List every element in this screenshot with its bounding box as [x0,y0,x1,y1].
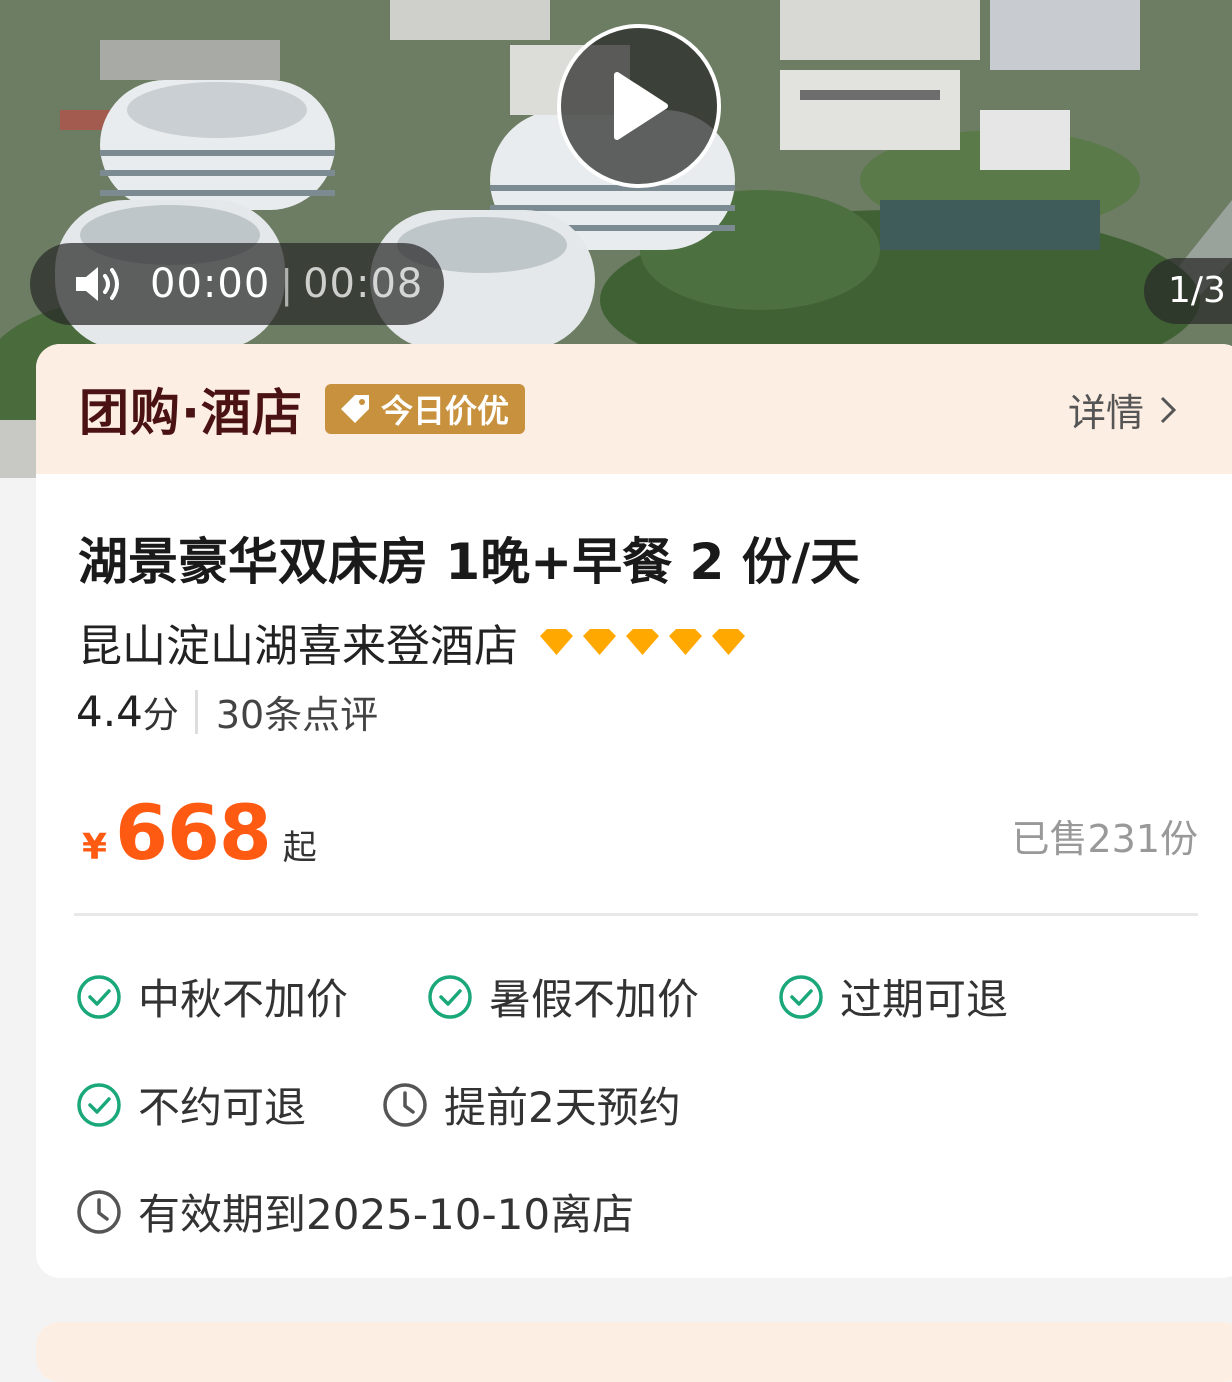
clock-icon [383,1082,427,1127]
review-count[interactable]: 30条点评 [216,684,378,739]
deal-card: 团购·酒店 今日价优 详情 湖景豪华双床房 1晚+早餐 2 份/天 昆山淀山湖喜… [36,344,1232,1278]
policy-tag: 提前2天预约 [382,1074,681,1135]
hotel-info[interactable]: 昆山淀山湖喜来登酒店 [78,610,747,674]
policy-tag-label: 暑假不加价 [489,975,700,1024]
check-circle-icon [779,974,823,1019]
brand-title: 团购·酒店 [79,384,303,442]
diamond-rating [538,628,747,656]
policy-tag-label: 过期可退 [840,975,1009,1024]
check-circle-icon [77,974,121,1019]
product-title: 湖景豪华双床房 1晚+早餐 2 份/天 [78,533,860,591]
policy-tag: 中秋不加价 [76,966,348,1027]
diamond-icon [540,629,573,655]
price: ¥ 668 起 [82,788,317,877]
rating-score: 4.4 [76,687,143,736]
rating-row[interactable]: 4.4 分 30条点评 [76,684,378,739]
validity-tag: 有效期到2025-10-10离店 [76,1181,634,1242]
detail-link-label: 详情 [1067,391,1144,435]
price-tag-icon [341,395,369,423]
next-card-peek [36,1322,1232,1382]
divider [194,689,198,734]
deal-card-header: 团购·酒店 今日价优 详情 [36,344,1232,474]
gallery-page-indicator: 1/3 [1144,258,1232,324]
policy-tag: 不约可退 [76,1074,306,1135]
price-value: 668 [115,788,272,877]
time-separator: | [280,262,294,306]
current-time: 00:00 [150,261,271,307]
policy-tag: 过期可退 [778,966,1008,1027]
detail-link[interactable]: 详情 [1068,382,1178,437]
diamond-icon [626,629,659,655]
diamond-icon [712,629,745,655]
deal-badge-label: 今日价优 [381,392,510,430]
check-circle-icon [428,974,472,1019]
clock-icon [77,1189,121,1234]
play-icon [614,72,668,140]
chevron-right-icon [1160,396,1177,423]
audio-control[interactable]: 00:00 | 00:08 [30,243,444,325]
volume-icon[interactable] [74,264,124,304]
policy-tag-label: 不约可退 [138,1083,307,1132]
validity-tag-label: 有效期到2025-10-10离店 [138,1190,635,1239]
policy-tag-label: 中秋不加价 [138,975,349,1024]
divider [74,913,1198,916]
hotel-name[interactable]: 昆山淀山湖喜来登酒店 [78,610,518,674]
diamond-icon [669,629,702,655]
diamond-icon [583,629,616,655]
play-button[interactable] [557,24,721,188]
policy-tag: 暑假不加价 [427,966,699,1027]
deal-badge: 今日价优 [325,384,526,434]
rating-score-unit: 分 [142,694,179,736]
video-duration: 00:08 [303,261,424,307]
policy-tag-label: 提前2天预约 [444,1083,681,1132]
sold-count: 已售231份 [1011,817,1198,861]
price-suffix: 起 [282,828,317,868]
check-circle-icon [77,1082,121,1127]
currency-symbol: ¥ [82,827,108,868]
